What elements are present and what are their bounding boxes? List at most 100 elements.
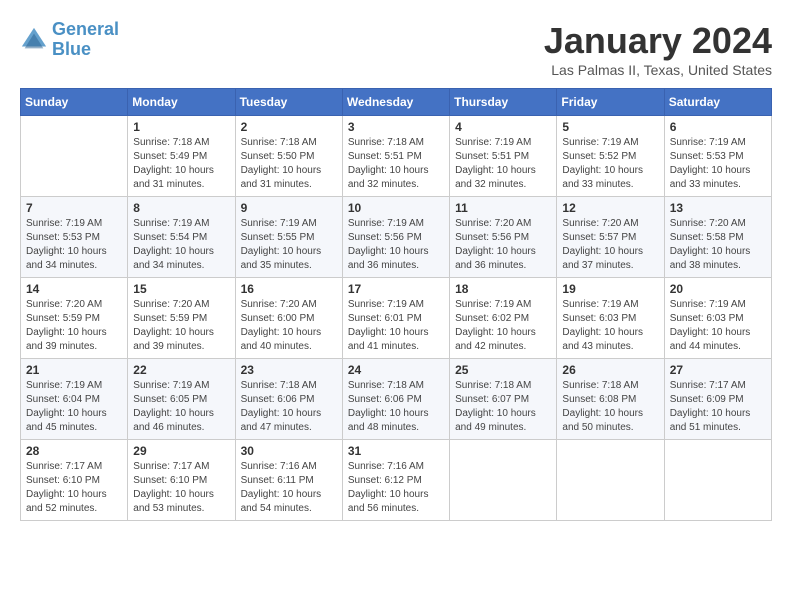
calendar-cell: 13 Sunrise: 7:20 AM Sunset: 5:58 PM Dayli… (664, 197, 771, 278)
day-info: Sunrise: 7:19 AM Sunset: 5:56 PM Dayligh… (348, 217, 444, 273)
day-info: Sunrise: 7:20 AM Sunset: 5:59 PM Dayligh… (133, 298, 229, 354)
day-number: 11 (455, 201, 551, 215)
calendar-cell: 11 Sunrise: 7:20 AM Sunset: 5:56 PM Dayli… (450, 197, 557, 278)
calendar-cell: 12 Sunrise: 7:20 AM Sunset: 5:57 PM Dayli… (557, 197, 664, 278)
day-number: 19 (562, 282, 658, 296)
day-number: 17 (348, 282, 444, 296)
day-number: 30 (241, 444, 337, 458)
day-number: 4 (455, 120, 551, 134)
day-info: Sunrise: 7:17 AM Sunset: 6:09 PM Dayligh… (670, 379, 766, 435)
calendar-cell: 22 Sunrise: 7:19 AM Sunset: 6:05 PM Dayli… (128, 359, 235, 440)
calendar-cell (557, 440, 664, 521)
day-number: 16 (241, 282, 337, 296)
calendar-week-row: 7 Sunrise: 7:19 AM Sunset: 5:53 PM Daylig… (21, 197, 772, 278)
day-number: 12 (562, 201, 658, 215)
calendar-cell: 21Sunrise: 7:19 AM Sunset: 6:04 PM Dayli… (21, 359, 128, 440)
day-info: Sunrise: 7:18 AM Sunset: 5:49 PM Dayligh… (133, 136, 229, 192)
calendar-cell: 20 Sunrise: 7:19 AM Sunset: 6:03 PM Dayli… (664, 278, 771, 359)
calendar-cell: 25Sunrise: 7:18 AM Sunset: 6:07 PM Dayli… (450, 359, 557, 440)
page-header: General Blue January 2024 Las Palmas II,… (20, 20, 772, 78)
weekday-header-tuesday: Tuesday (235, 89, 342, 116)
day-info: Sunrise: 7:19 AM Sunset: 5:51 PM Dayligh… (455, 136, 551, 192)
day-number: 13 (670, 201, 766, 215)
calendar-cell: 2Sunrise: 7:18 AM Sunset: 5:50 PM Daylig… (235, 116, 342, 197)
calendar-cell: 29 Sunrise: 7:17 AM Sunset: 6:10 PM Dayli… (128, 440, 235, 521)
day-number: 10 (348, 201, 444, 215)
day-info: Sunrise: 7:16 AM Sunset: 6:12 PM Dayligh… (348, 460, 444, 516)
day-number: 26 (562, 363, 658, 377)
calendar-cell: 18Sunrise: 7:19 AM Sunset: 6:02 PM Dayli… (450, 278, 557, 359)
day-number: 6 (670, 120, 766, 134)
calendar-cell: 31Sunrise: 7:16 AM Sunset: 6:12 PM Dayli… (342, 440, 449, 521)
calendar-cell (21, 116, 128, 197)
day-info: Sunrise: 7:18 AM Sunset: 5:51 PM Dayligh… (348, 136, 444, 192)
day-number: 29 (133, 444, 229, 458)
day-info: Sunrise: 7:19 AM Sunset: 5:54 PM Dayligh… (133, 217, 229, 273)
day-info: Sunrise: 7:20 AM Sunset: 5:57 PM Dayligh… (562, 217, 658, 273)
calendar-cell: 14 Sunrise: 7:20 AM Sunset: 5:59 PM Dayli… (21, 278, 128, 359)
weekday-header-wednesday: Wednesday (342, 89, 449, 116)
calendar-cell: 19 Sunrise: 7:19 AM Sunset: 6:03 PM Dayli… (557, 278, 664, 359)
calendar-cell (664, 440, 771, 521)
day-number: 7 (26, 201, 122, 215)
calendar-cell: 28 Sunrise: 7:17 AM Sunset: 6:10 PM Dayli… (21, 440, 128, 521)
day-number: 22 (133, 363, 229, 377)
weekday-header-sunday: Sunday (21, 89, 128, 116)
calendar-cell: 3 Sunrise: 7:18 AM Sunset: 5:51 PM Daylig… (342, 116, 449, 197)
logo-icon (20, 26, 48, 54)
day-info: Sunrise: 7:19 AM Sunset: 6:04 PM Dayligh… (26, 379, 122, 435)
calendar-title: January 2024 (544, 20, 772, 62)
calendar-cell: 10 Sunrise: 7:19 AM Sunset: 5:56 PM Dayli… (342, 197, 449, 278)
day-info: Sunrise: 7:19 AM Sunset: 5:55 PM Dayligh… (241, 217, 337, 273)
calendar-cell (450, 440, 557, 521)
day-info: Sunrise: 7:17 AM Sunset: 6:10 PM Dayligh… (26, 460, 122, 516)
calendar-cell: 5Sunrise: 7:19 AM Sunset: 5:52 PM Daylig… (557, 116, 664, 197)
logo: General Blue (20, 20, 119, 60)
day-info: Sunrise: 7:20 AM Sunset: 5:58 PM Dayligh… (670, 217, 766, 273)
day-info: Sunrise: 7:16 AM Sunset: 6:11 PM Dayligh… (241, 460, 337, 516)
day-number: 3 (348, 120, 444, 134)
day-info: Sunrise: 7:19 AM Sunset: 6:03 PM Dayligh… (670, 298, 766, 354)
day-info: Sunrise: 7:18 AM Sunset: 6:06 PM Dayligh… (241, 379, 337, 435)
day-number: 20 (670, 282, 766, 296)
calendar-cell: 8Sunrise: 7:19 AM Sunset: 5:54 PM Daylig… (128, 197, 235, 278)
day-info: Sunrise: 7:19 AM Sunset: 6:03 PM Dayligh… (562, 298, 658, 354)
logo-line2: Blue (52, 39, 91, 59)
day-number: 2 (241, 120, 337, 134)
day-number: 27 (670, 363, 766, 377)
title-block: January 2024 Las Palmas II, Texas, Unite… (544, 20, 772, 78)
day-number: 28 (26, 444, 122, 458)
day-number: 1 (133, 120, 229, 134)
day-info: Sunrise: 7:19 AM Sunset: 6:01 PM Dayligh… (348, 298, 444, 354)
day-number: 23 (241, 363, 337, 377)
calendar-cell: 6 Sunrise: 7:19 AM Sunset: 5:53 PM Daylig… (664, 116, 771, 197)
day-info: Sunrise: 7:19 AM Sunset: 6:05 PM Dayligh… (133, 379, 229, 435)
calendar-week-row: 21Sunrise: 7:19 AM Sunset: 6:04 PM Dayli… (21, 359, 772, 440)
calendar-cell: 7 Sunrise: 7:19 AM Sunset: 5:53 PM Daylig… (21, 197, 128, 278)
calendar-cell: 15Sunrise: 7:20 AM Sunset: 5:59 PM Dayli… (128, 278, 235, 359)
day-number: 9 (241, 201, 337, 215)
weekday-header-friday: Friday (557, 89, 664, 116)
day-info: Sunrise: 7:20 AM Sunset: 5:59 PM Dayligh… (26, 298, 122, 354)
calendar-cell: 30 Sunrise: 7:16 AM Sunset: 6:11 PM Dayli… (235, 440, 342, 521)
day-info: Sunrise: 7:19 AM Sunset: 5:53 PM Dayligh… (670, 136, 766, 192)
day-info: Sunrise: 7:19 AM Sunset: 5:53 PM Dayligh… (26, 217, 122, 273)
day-number: 24 (348, 363, 444, 377)
day-number: 5 (562, 120, 658, 134)
day-info: Sunrise: 7:20 AM Sunset: 5:56 PM Dayligh… (455, 217, 551, 273)
calendar-cell: 27 Sunrise: 7:17 AM Sunset: 6:09 PM Dayli… (664, 359, 771, 440)
calendar-cell: 17 Sunrise: 7:19 AM Sunset: 6:01 PM Dayli… (342, 278, 449, 359)
day-info: Sunrise: 7:20 AM Sunset: 6:00 PM Dayligh… (241, 298, 337, 354)
logo-text: General Blue (52, 20, 119, 60)
calendar-table: SundayMondayTuesdayWednesdayThursdayFrid… (20, 88, 772, 521)
day-number: 14 (26, 282, 122, 296)
calendar-week-row: 14 Sunrise: 7:20 AM Sunset: 5:59 PM Dayli… (21, 278, 772, 359)
day-info: Sunrise: 7:18 AM Sunset: 6:08 PM Dayligh… (562, 379, 658, 435)
weekday-header-saturday: Saturday (664, 89, 771, 116)
weekday-header-monday: Monday (128, 89, 235, 116)
day-info: Sunrise: 7:18 AM Sunset: 6:07 PM Dayligh… (455, 379, 551, 435)
day-info: Sunrise: 7:17 AM Sunset: 6:10 PM Dayligh… (133, 460, 229, 516)
calendar-subtitle: Las Palmas II, Texas, United States (544, 62, 772, 78)
calendar-cell: 4 Sunrise: 7:19 AM Sunset: 5:51 PM Daylig… (450, 116, 557, 197)
calendar-week-row: 28 Sunrise: 7:17 AM Sunset: 6:10 PM Dayli… (21, 440, 772, 521)
